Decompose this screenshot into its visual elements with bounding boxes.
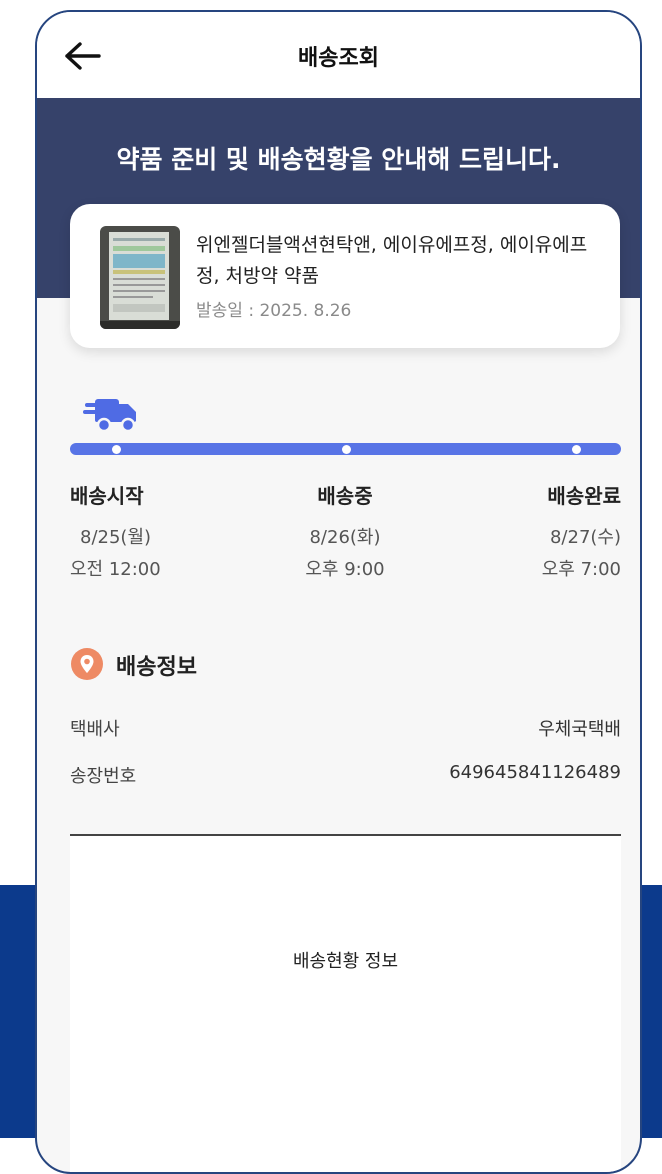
progress-dot-complete — [572, 445, 581, 454]
courier-label: 택배사 — [70, 719, 120, 740]
step-label: 배송시작 — [70, 484, 144, 508]
tracking-label: 송장번호 — [70, 766, 137, 787]
step-time: 오전 12:00 — [70, 559, 161, 580]
prescription-thumbnail — [100, 226, 180, 329]
ship-date: 발송일 : 2025. 8.26 — [196, 301, 352, 321]
delivery-truck-icon — [83, 399, 136, 432]
progress-dot-transit — [342, 445, 351, 454]
step-time: 오후 9:00 — [305, 559, 385, 580]
app-header: 배송조회 — [37, 12, 640, 98]
step-transit: 배송중 8/26(화) 오후 9:00 — [245, 480, 445, 581]
step-date: 8/26(화) — [309, 527, 381, 548]
phone-frame: 배송조회 약품 준비 및 배송현황을 안내해 드립니다. 위엔젤더블액션현탁앤,… — [35, 10, 642, 1174]
progress-dot-start — [112, 445, 121, 454]
step-label: 배송완료 — [547, 484, 621, 508]
location-pin-icon — [71, 648, 103, 680]
step-label: 배송중 — [317, 484, 373, 508]
banner-text: 약품 준비 및 배송현황을 안내해 드립니다. — [116, 145, 561, 174]
step-date: 8/25(월) — [80, 527, 152, 548]
page-title: 배송조회 — [298, 46, 379, 71]
status-text: 배송현황 정보 — [292, 951, 399, 972]
delivery-info-title: 배송정보 — [116, 655, 197, 680]
delivery-progress-bar — [70, 443, 621, 455]
tracking-number: 649645841126489 — [449, 762, 621, 783]
courier-value: 우체국택배 — [538, 719, 621, 740]
product-name: 위엔젤더블액션현탁앤, 에이유에프정, 에이유에프정, 처방약 약품 — [196, 234, 588, 287]
step-time: 오후 7:00 — [541, 559, 621, 580]
delivery-status-panel: 배송현황 정보 — [70, 836, 621, 1172]
step-complete: 배송완료 8/27(수) 오후 7:00 — [542, 480, 621, 581]
courier-row: 택배사 우체국택배 — [70, 715, 621, 741]
step-date: 8/27(수) — [549, 527, 621, 548]
step-start: 배송시작 8/25(월) 오전 12:00 — [70, 480, 161, 581]
product-card: 위엔젤더블액션현탁앤, 에이유에프정, 에이유에프정, 처방약 약품 발송일 :… — [70, 204, 620, 348]
tracking-row: 송장번호 649645841126489 — [70, 762, 621, 788]
